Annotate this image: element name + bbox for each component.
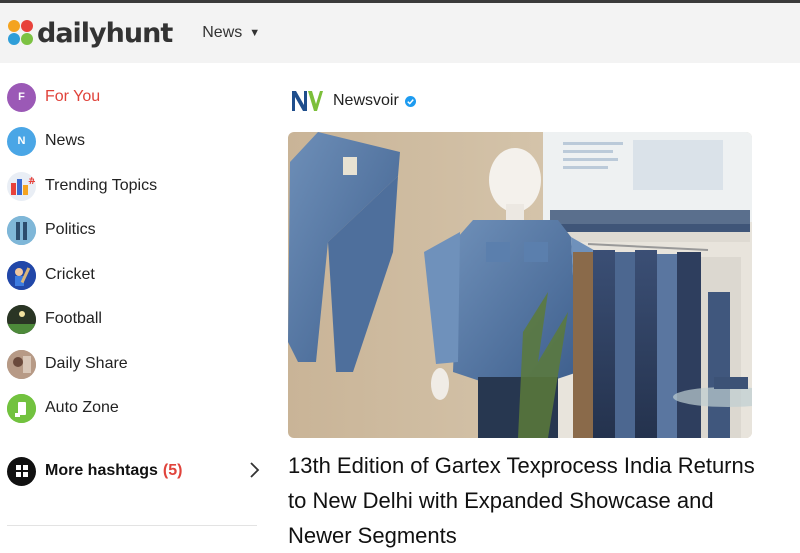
sidebar-divider bbox=[7, 525, 257, 526]
daily-share-icon bbox=[7, 349, 36, 379]
for-you-icon: F bbox=[7, 82, 36, 112]
sidebar-item-label: Auto Zone bbox=[45, 399, 119, 416]
football-icon bbox=[7, 304, 36, 334]
sidebar-item-for-you[interactable]: F For You bbox=[7, 81, 257, 113]
sidebar-item-politics[interactable]: Politics bbox=[7, 214, 257, 246]
sidebar-item-label: Cricket bbox=[45, 266, 95, 283]
sidebar-item-football[interactable]: Football bbox=[7, 303, 257, 335]
sidebar: F For You N News # Trending Topics Polit… bbox=[0, 63, 270, 533]
grid-icon bbox=[7, 456, 36, 486]
sidebar-item-auto-zone[interactable]: Auto Zone bbox=[7, 392, 257, 424]
sidebar-item-label: Politics bbox=[45, 221, 96, 238]
top-header: dailyhunt News ▼ bbox=[0, 3, 800, 63]
logo-flower-icon bbox=[8, 20, 34, 46]
article-source[interactable]: Newsvoir bbox=[291, 89, 416, 113]
sidebar-item-label: Daily Share bbox=[45, 355, 128, 372]
source-name: Newsvoir bbox=[333, 92, 399, 109]
sidebar-item-label: For You bbox=[45, 88, 101, 105]
sidebar-item-news[interactable]: N News bbox=[7, 125, 257, 157]
caret-down-icon: ▼ bbox=[249, 27, 261, 39]
more-hashtags-row[interactable]: More hashtags (5) bbox=[7, 455, 262, 487]
news-nav-label: News bbox=[202, 24, 243, 41]
auto-zone-icon bbox=[7, 393, 36, 423]
more-hashtags-label: More hashtags bbox=[45, 462, 158, 479]
dailyhunt-logo[interactable]: dailyhunt bbox=[8, 17, 173, 49]
svg-text:#: # bbox=[28, 176, 36, 187]
sidebar-item-cricket[interactable]: Cricket bbox=[7, 259, 257, 291]
sidebar-item-trending-topics[interactable]: # Trending Topics bbox=[7, 170, 257, 202]
article-headline[interactable]: 13th Edition of Gartex Texprocess India … bbox=[288, 448, 758, 553]
more-hashtags-count: (5) bbox=[162, 462, 183, 479]
sidebar-item-label: Trending Topics bbox=[45, 177, 158, 194]
news-nav-dropdown[interactable]: News ▼ bbox=[202, 24, 260, 42]
newsvoir-logo-icon bbox=[292, 91, 323, 111]
article-hero-image[interactable] bbox=[288, 132, 752, 438]
sidebar-item-daily-share[interactable]: Daily Share bbox=[7, 348, 257, 380]
logo-text: dailyhunt bbox=[37, 17, 173, 49]
sidebar-item-label: Football bbox=[45, 310, 102, 327]
verified-badge-icon bbox=[404, 95, 416, 107]
politics-icon bbox=[7, 215, 36, 245]
cricket-icon bbox=[7, 260, 36, 290]
sidebar-item-label: News bbox=[45, 132, 86, 149]
chevron-right-icon[interactable] bbox=[248, 461, 260, 484]
trending-topics-icon: # bbox=[7, 171, 36, 201]
news-icon: N bbox=[7, 126, 36, 156]
